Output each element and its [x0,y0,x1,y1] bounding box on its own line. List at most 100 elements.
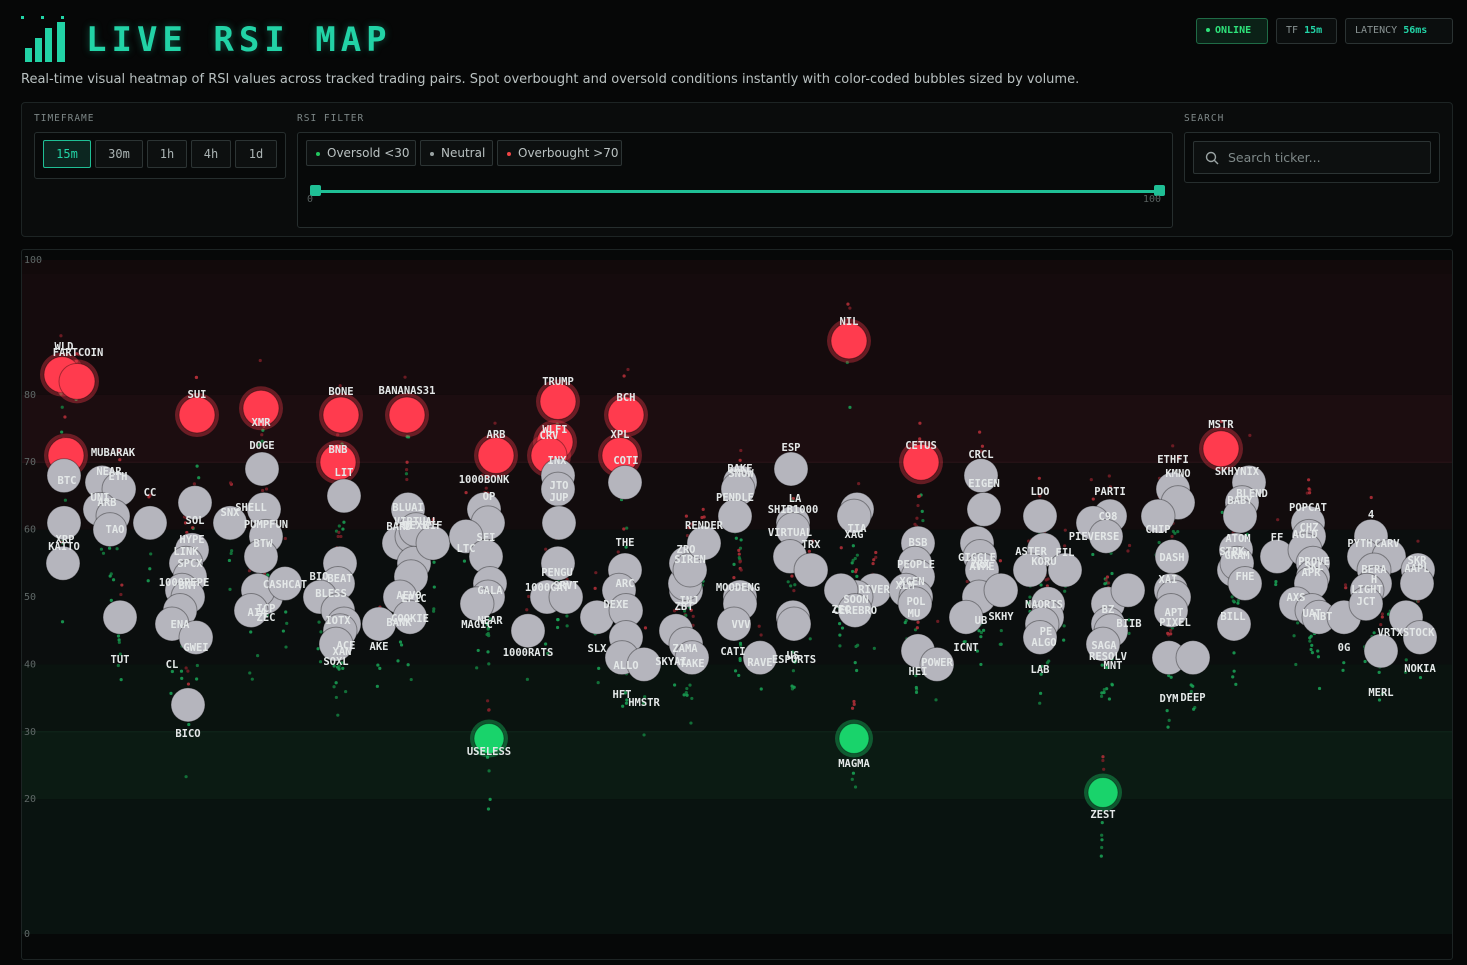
rsi-bubble [322,396,360,434]
rsi-history-dot [1418,675,1423,680]
ticker-label: XMR [252,417,272,429]
ticker-label: CHIP [1145,524,1170,536]
rsi-history-dot [565,614,569,618]
ticker-label: COTI [613,455,638,467]
y-tick-label: 30 [24,727,36,738]
ticker-label: MERL [1368,687,1393,699]
rsi-history-dot [1107,474,1111,478]
rsi-history-dot [1165,709,1169,713]
search-input[interactable] [1228,142,1423,173]
rsi-history-dot [487,769,491,773]
rsi-history-dot [852,702,856,706]
rsi-history-dot [737,552,741,556]
rsi-history-dot [375,684,379,688]
rsi-bubble [838,723,870,755]
rsi-zone-band [22,260,1452,274]
rsi-history-dot [317,620,321,624]
ticker-label: DEXE [603,599,628,611]
ticker-label: IOTX [325,615,351,627]
rsi-history-dot [99,547,104,551]
timeframe-button-30m[interactable]: 30m [95,140,143,168]
ticker-label: WIF [424,520,443,532]
ticker-label: POWER [921,657,953,669]
rsi-history-dot [837,622,842,626]
rsi-history-dot [701,507,705,512]
ticker-label: BNB [329,444,348,456]
rsi-history-dot [850,777,854,781]
rsi-history-dot [228,481,233,485]
rsi-history-dot [702,515,706,519]
rsi-history-dot [337,530,341,535]
rsi-history-dot [117,640,121,644]
rsi-history-dot [406,663,410,667]
rsi-history-dot [848,306,852,310]
rsi-history-dot [936,619,940,623]
ticker-label: PIEVERSE [1069,531,1120,543]
rsi-history-dot [1166,725,1170,729]
rsi-history-dot [399,643,404,647]
rsi-history-dot [184,775,188,779]
timeframe-button-1d[interactable]: 1d [235,140,277,168]
rsi-history-dot [197,476,201,480]
y-tick-label: 100 [24,255,42,266]
rsi-history-dot [195,464,199,468]
rsi-history-dot [978,430,982,434]
rsi-bubble-chart: 0 20 30 40 50 60 70 80 100 WLD FARTCOIN MUBARAK BTC N… [21,249,1453,960]
timeframe-button-15m[interactable]: 15m [43,140,91,168]
filter-oversold-button[interactable]: Oversold <30 [306,140,416,166]
rsi-bubble [326,478,362,514]
rsi-history-dot [739,538,743,542]
rsi-zone-band [22,273,1452,395]
ticker-label: BIO [310,571,329,583]
rsi-history-dot [146,579,150,583]
rsi-history-dot [488,797,492,801]
filter-neutral-button[interactable]: Neutral [420,140,493,166]
rsi-range-track[interactable] [315,190,1161,193]
timeframe-button-1h[interactable]: 1h [147,140,187,168]
ticker-label: SOXL [323,656,348,668]
control-panel: TIMEFRAME 15m 30m 1h 4h 1d RSI FILTER Ov… [21,102,1453,237]
rsi-bubble [539,383,577,421]
rsi-history-dot [622,374,626,378]
rsi-history-dot [792,685,796,689]
ticker-label: BEAT [327,573,352,585]
rsi-history-dot [1126,549,1130,553]
ticker-label: MU [908,608,921,620]
ticker-label: 1000RATS [503,647,554,659]
rsi-history-dot [808,637,812,641]
ticker-label: XPL [611,429,630,441]
ticker-label: BANK [386,617,412,629]
rsi-bubble [1110,572,1146,608]
rsi-history-dot [1091,552,1095,557]
ticker-label: POL [907,596,926,608]
rsi-history-dot [1309,647,1313,652]
ticker-label: DEEP [1180,692,1205,704]
status-dot-icon [1206,28,1210,32]
ticker-label: XAG [845,529,864,541]
rsi-history-dot [734,536,738,540]
rsi-history-dot [626,367,630,372]
rsi-bubble [132,505,168,541]
timeframe-button-4h[interactable]: 4h [191,140,231,168]
rsi-history-dot [555,625,560,630]
search-field[interactable] [1193,141,1431,174]
rsi-history-dot [916,503,920,508]
filter-overbought-button[interactable]: Overbought >70 [497,140,622,166]
rsi-history-dot [838,633,842,637]
ticker-label: SNOW [728,468,754,480]
rsi-history-dot [334,695,338,700]
ticker-label: ATOM [1225,533,1250,545]
rsi-history-dot [732,576,736,580]
ticker-label: MSTR [1208,419,1234,431]
rsi-range-max-label: 100 [1143,194,1162,205]
ticker-label: HMSTR [628,697,660,709]
rsi-range-min-label: 0 [307,194,314,205]
rsi-history-dot [597,666,601,670]
y-tick-label: 40 [24,659,36,670]
ticker-label: ZBT [675,601,694,613]
rsi-history-dot [1107,581,1111,585]
rsi-history-dot [872,646,876,650]
rsi-history-dot [227,558,232,563]
rsi-history-dot [260,488,265,493]
rsi-history-dot [855,668,859,673]
